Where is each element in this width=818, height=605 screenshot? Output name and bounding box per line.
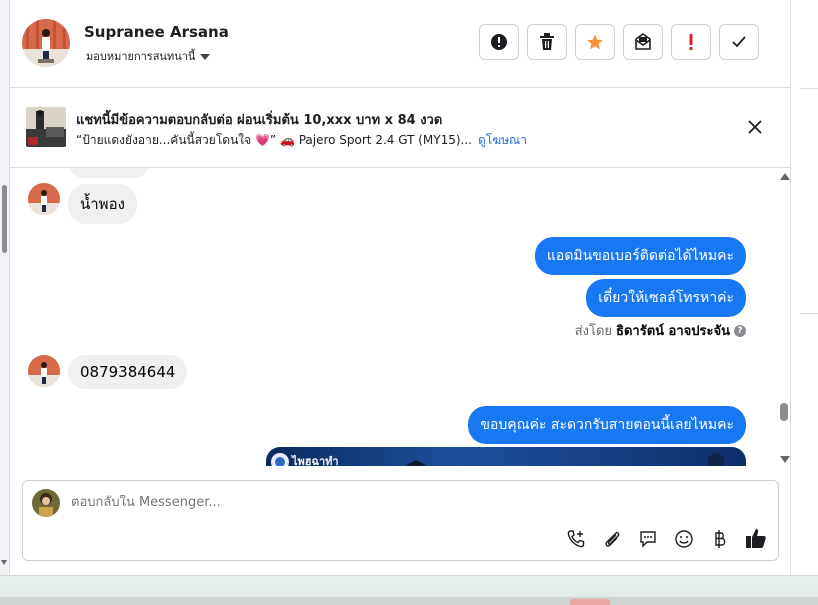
reply-input[interactable] <box>71 495 671 510</box>
emoji-button[interactable] <box>673 528 695 550</box>
scrollbar-thumb[interactable] <box>780 403 788 421</box>
assign-label: มอบหมายการสนทนานี้ <box>86 50 196 63</box>
trash-icon <box>540 33 554 50</box>
left-scrollbar-thumb[interactable] <box>2 185 7 253</box>
outgoing-message[interactable]: แอดมินขอเบอร์ติดต่อได้ไหมคะ <box>534 237 746 275</box>
taskbar-tab[interactable] <box>570 599 610 605</box>
baht-icon <box>715 530 726 548</box>
incoming-message[interactable]: น้ำพอง <box>68 184 137 224</box>
ad-title: แชทนี้มีข้อความตอบกลับต่อ ผ่อนเริ่มต้น 1… <box>76 113 443 128</box>
sent-by-name: ธิดารัตน์ อาจประจัน <box>616 324 730 339</box>
phone-plus-icon <box>567 530 585 548</box>
contact-avatar-small <box>28 183 60 215</box>
envelope-icon <box>635 33 651 50</box>
sent-by-info: ส่งโดย ธิดารัตน์ อาจประจัน ? <box>575 320 746 341</box>
close-banner-button[interactable] <box>747 119 763 135</box>
message-scrollbar[interactable] <box>780 168 790 466</box>
saved-replies-button[interactable] <box>637 528 659 550</box>
done-button[interactable] <box>719 24 759 60</box>
image-caption: ไพฮฉาทำ <box>290 454 339 466</box>
mark-unread-button[interactable] <box>623 24 663 60</box>
call-button[interactable] <box>565 528 587 550</box>
right-edge <box>790 0 818 575</box>
view-ad-link[interactable]: ดูโฆษณา <box>478 131 527 150</box>
scroll-up-icon[interactable] <box>780 173 790 180</box>
outgoing-message[interactable]: ขอบคุณค่ะ สะดวกรับสายตอนนี้เลยไหมคะ <box>468 406 746 444</box>
alert-circle-icon <box>491 34 507 50</box>
info-icon[interactable]: ? <box>734 324 746 337</box>
assign-conversation-dropdown[interactable]: มอบหมายการสนทนานี้ <box>86 47 211 65</box>
contact-name[interactable]: Supranee Arsana <box>84 23 229 41</box>
caret-down-icon <box>200 53 211 60</box>
close-icon <box>748 120 762 134</box>
sent-by-label: ส่งโดย <box>574 324 613 339</box>
message-bubble-partial <box>68 168 150 178</box>
check-icon <box>732 36 746 48</box>
like-button[interactable] <box>745 527 767 549</box>
payment-button[interactable] <box>709 528 731 550</box>
reply-composer <box>22 480 779 561</box>
incoming-message[interactable]: 0879384644 <box>68 355 188 389</box>
conversation-header: Supranee Arsana มอบหมายการสนทนานี้ <box>10 0 790 88</box>
thumbs-up-icon <box>746 529 766 548</box>
image-attachment[interactable]: ไพฮฉาทำ <box>266 447 746 466</box>
follow-up-button[interactable] <box>671 24 711 60</box>
paperclip-icon <box>605 531 620 547</box>
delete-button[interactable] <box>527 24 567 60</box>
outgoing-message[interactable]: เดี๋ยวให้เซลล์โทรหาค่ะ <box>586 279 746 317</box>
ad-thumbnail[interactable] <box>26 107 66 147</box>
star-icon <box>587 34 603 50</box>
exclamation-icon <box>689 34 693 50</box>
left-scroll-down-icon[interactable] <box>1 560 7 565</box>
saved-reply-icon <box>640 531 656 548</box>
attach-button[interactable] <box>601 528 623 550</box>
contact-avatar[interactable] <box>22 19 70 67</box>
emoji-icon <box>675 530 693 548</box>
contact-avatar-small <box>28 355 60 387</box>
ad-reply-banner: แชทนี้มีข้อความตอบกลับต่อ ผ่อนเริ่มต้น 1… <box>10 88 790 168</box>
left-scroll-strip <box>0 0 10 575</box>
page-avatar <box>32 489 60 517</box>
ad-subtitle-row: “ป้ายแดงยังอาย...คันนี้สวยโดนใจ 💗” 🚗 Paj… <box>76 131 527 150</box>
star-button[interactable] <box>575 24 615 60</box>
spam-button[interactable] <box>479 24 519 60</box>
taskbar-strip <box>0 597 818 605</box>
scroll-down-icon[interactable] <box>780 456 790 463</box>
ad-subtitle: “ป้ายแดงยังอาย...คันนี้สวยโดนใจ 💗” 🚗 Paj… <box>76 133 472 147</box>
message-list[interactable]: น้ำพอง แอดมินขอเบอร์ติดต่อได้ไหมคะ เดี๋ย… <box>10 168 780 466</box>
